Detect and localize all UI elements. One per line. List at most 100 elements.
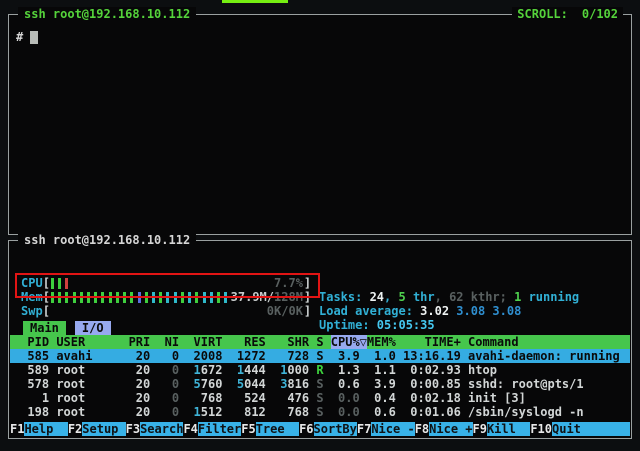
process-row-585[interactable]: 585avahi20020081272728S 3.9 1.013:16.19a… (10, 349, 630, 363)
function-key-bar: F1Help F2Setup F3SearchF4FilterF5Tree F6… (10, 422, 630, 436)
fkey-label: SortBy (314, 422, 357, 436)
cell-ni: 0 (157, 391, 179, 405)
fkey-number: F4 (183, 422, 197, 436)
fkey-number: F1 (10, 422, 24, 436)
terminal-pane-top[interactable]: ssh root@192.168.10.112 SCROLL: 0/102 # (8, 14, 632, 235)
fkey-number: F10 (530, 422, 552, 436)
cell-virt: 2008 (186, 349, 222, 363)
cell-ni: 0 (157, 377, 179, 391)
fkey-number: F6 (299, 422, 313, 436)
cell-res: 524 (230, 391, 266, 405)
process-table-header: PID USER PRI NI VIRT RES SHR S CPU%▽MEM% TIME+ Co… (10, 335, 630, 349)
fkey-f10-quit[interactable]: F10Quit (530, 422, 630, 436)
fkey-number: F2 (68, 422, 82, 436)
fkey-label: Quit (552, 422, 630, 436)
shell-prompt[interactable]: # (16, 30, 38, 44)
column-header-ni[interactable]: NI (157, 335, 179, 349)
pane-title-top: ssh root@192.168.10.112 (18, 7, 196, 21)
process-row-198[interactable]: 198root2001512812768S 0.0 0.6 0:01.06/sb… (10, 405, 630, 419)
fkey-f1-help[interactable]: F1Help (10, 422, 68, 436)
cell-command: htop (468, 363, 497, 377)
cell-pid: 585 (13, 349, 49, 363)
column-header-time[interactable]: TIME+ (403, 335, 461, 349)
screen-artifact-bar (222, 0, 288, 3)
fkey-f8-nice[interactable]: F8Nice + (415, 422, 473, 436)
column-header-s[interactable]: S (316, 335, 323, 349)
column-header-res[interactable]: RES (230, 335, 266, 349)
cell-res: 1444 (230, 363, 266, 377)
cell-mem: 0.4 (367, 391, 396, 405)
fkey-label: Nice + (429, 422, 472, 436)
cell-res: 5044 (230, 377, 266, 391)
fkey-f5-tree[interactable]: F5Tree (241, 422, 299, 436)
fkey-f4-filter[interactable]: F4Filter (183, 422, 241, 436)
fkey-label: Help (24, 422, 67, 436)
cell-pid: 198 (13, 405, 49, 419)
fkey-f7-nice[interactable]: F7Nice - (357, 422, 415, 436)
fkey-label: Nice - (371, 422, 414, 436)
cell-mem: 0.6 (367, 405, 396, 419)
cursor-block (30, 31, 38, 44)
cell-time: 0:01.06 (403, 405, 461, 419)
cell-command: /sbin/syslogd -n (468, 405, 584, 419)
cell-user: avahi (56, 349, 121, 363)
cell-ni: 0 (157, 405, 179, 419)
stat-segment: Uptime: (319, 318, 377, 332)
cell-cpu: 0.0 (324, 391, 367, 405)
column-header-shr[interactable]: SHR (273, 335, 309, 349)
cell-virt: 1672 (186, 363, 222, 377)
cell-command: sshd: root@pts/1 (468, 377, 584, 391)
cell-mem: 3.9 (367, 377, 396, 391)
process-row-589[interactable]: 589root200167214441000R 1.3 1.1 0:02.93h… (10, 363, 630, 377)
column-header-pri[interactable]: PRI (129, 335, 151, 349)
column-header-command[interactable]: Command (468, 335, 519, 349)
column-header-mem[interactable]: MEM% (367, 335, 396, 349)
cell-user: root (56, 363, 121, 377)
cell-state: S (316, 405, 323, 419)
fkey-number: F9 (473, 422, 487, 436)
cell-pid: 578 (13, 377, 49, 391)
tab-main[interactable]: Main (23, 321, 66, 335)
scroll-indicator: SCROLL: 0/102 (512, 7, 623, 21)
cell-cpu: 0.0 (324, 405, 367, 419)
column-header-cpu[interactable]: CPU%▽ (324, 335, 367, 349)
stat-segment: 05:05:35 (377, 318, 435, 332)
terminal-pane-bottom[interactable]: ssh root@192.168.10.112 CPU[7.7%] Tasks:… (8, 240, 632, 439)
fkey-f6-sortby[interactable]: F6SortBy (299, 422, 357, 436)
scroll-value: 0/102 (582, 7, 618, 21)
cell-shr: 728 (273, 349, 309, 363)
column-header-virt[interactable]: VIRT (186, 335, 222, 349)
fkey-number: F3 (126, 422, 140, 436)
cell-cpu: 3.9 (324, 349, 367, 363)
cell-command: avahi-daemon: running (468, 349, 620, 363)
cell-user: root (56, 405, 121, 419)
process-row-578[interactable]: 578root200576050443816S 0.6 3.9 0:00.85s… (10, 377, 630, 391)
cell-state: R (316, 363, 323, 377)
cell-mem: 1.0 (367, 349, 396, 363)
cell-time: 0:02.93 (403, 363, 461, 377)
cell-shr: 476 (273, 391, 309, 405)
cell-state: S (316, 391, 323, 405)
fkey-label: Kill (487, 422, 530, 436)
tab-io[interactable]: I/O (75, 321, 111, 335)
stat-segment: Load average: (319, 304, 420, 318)
screen-tabs: Main I/O (23, 321, 120, 335)
cell-user: root (56, 377, 121, 391)
cell-time: 0:00.85 (403, 377, 461, 391)
cell-time: 0:02.18 (403, 391, 461, 405)
cell-shr: 3816 (273, 377, 309, 391)
cell-cpu: 0.6 (324, 377, 367, 391)
cell-state: S (316, 377, 323, 391)
fkey-f9-kill[interactable]: F9Kill (473, 422, 531, 436)
fkey-f3-search[interactable]: F3Search (126, 422, 184, 436)
cell-pri: 20 (129, 377, 151, 391)
column-header-pid[interactable]: PID (13, 335, 49, 349)
fkey-number: F5 (241, 422, 255, 436)
cell-shr: 768 (273, 405, 309, 419)
cell-ni: 0 (157, 363, 179, 377)
fkey-label: Setup (82, 422, 125, 436)
process-row-1[interactable]: 1root200768524476S 0.0 0.4 0:02.18init [… (10, 391, 630, 405)
column-header-user[interactable]: USER (56, 335, 121, 349)
annotation-highlight-mem (15, 273, 320, 298)
fkey-f2-setup[interactable]: F2Setup (68, 422, 126, 436)
